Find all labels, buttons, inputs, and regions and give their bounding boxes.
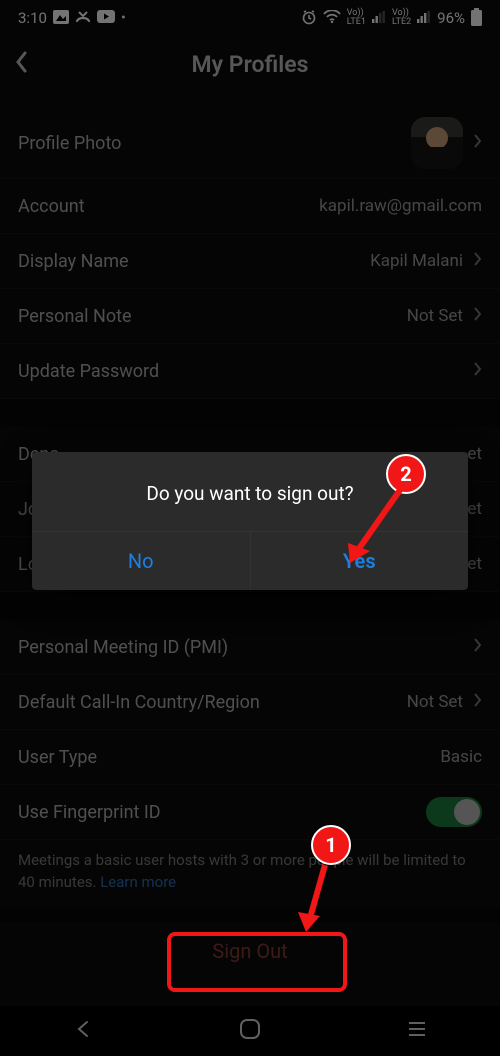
nav-back-button[interactable] xyxy=(73,1019,93,1043)
display-name-value: Kapil Malani xyxy=(370,251,463,271)
dialog-message: Do you want to sign out? xyxy=(32,452,468,531)
chevron-right-icon xyxy=(473,306,482,327)
location-value: et xyxy=(467,554,482,574)
profile-photo-label: Profile Photo xyxy=(18,133,121,154)
row-display-name[interactable]: Display Name Kapil Malani xyxy=(0,234,500,289)
row-default-callin[interactable]: Default Call-In Country/Region Not Set xyxy=(0,675,500,730)
youtube-icon xyxy=(97,10,115,26)
department-value: et xyxy=(467,444,482,464)
android-nav-bar xyxy=(0,1006,500,1056)
user-type-label: User Type xyxy=(18,747,97,768)
row-pmi[interactable]: Personal Meeting ID (PMI) xyxy=(0,620,500,675)
row-fingerprint: Use Fingerprint ID xyxy=(0,785,500,840)
fingerprint-label: Use Fingerprint ID xyxy=(18,802,161,823)
status-bar: 3:10 • Vo)) LTE1 xyxy=(0,0,500,36)
row-update-password[interactable]: Update Password xyxy=(0,344,500,399)
account-label: Account xyxy=(18,196,85,217)
lte1-indicator: Vo)) LTE1 xyxy=(347,9,366,27)
chevron-right-icon xyxy=(473,361,482,382)
signal-2-icon xyxy=(417,11,431,26)
battery-icon xyxy=(471,8,482,29)
row-profile-photo[interactable]: Profile Photo xyxy=(0,108,500,179)
row-user-type: User Type Basic xyxy=(0,730,500,785)
update-password-label: Update Password xyxy=(18,361,159,382)
dialog-yes-button[interactable]: Yes xyxy=(250,532,469,590)
personal-note-value: Not Set xyxy=(407,306,463,326)
callin-label: Default Call-In Country/Region xyxy=(18,692,260,713)
learn-more-link[interactable]: Learn more xyxy=(100,873,176,891)
chevron-right-icon xyxy=(473,637,482,658)
display-name-label: Display Name xyxy=(18,251,129,272)
wifi-icon xyxy=(323,10,341,27)
alarm-icon xyxy=(301,9,317,28)
pmi-label: Personal Meeting ID (PMI) xyxy=(18,637,228,658)
sign-out-button[interactable]: Sign Out xyxy=(0,922,500,980)
callin-value: Not Set xyxy=(407,692,463,712)
header: My Profiles xyxy=(0,36,500,92)
page-title: My Profiles xyxy=(192,51,309,78)
basic-user-note: Meetings a basic user hosts with 3 or mo… xyxy=(0,840,500,908)
fingerprint-toggle[interactable] xyxy=(426,797,482,827)
battery-text: 96% xyxy=(437,9,465,27)
nav-home-button[interactable] xyxy=(238,1017,262,1045)
back-button[interactable] xyxy=(14,50,28,78)
lte2-indicator: Vo)) LTE2 xyxy=(392,9,411,27)
status-time: 3:10 xyxy=(18,9,47,27)
row-account: Account kapil.raw@gmail.com xyxy=(0,179,500,234)
nav-recents-button[interactable] xyxy=(407,1020,427,1042)
missed-call-icon xyxy=(75,10,91,27)
user-type-value: Basic xyxy=(440,747,482,767)
personal-note-label: Personal Note xyxy=(18,306,132,327)
chevron-right-icon xyxy=(473,251,482,272)
row-personal-note[interactable]: Personal Note Not Set xyxy=(0,289,500,344)
avatar xyxy=(411,117,463,169)
sign-out-dialog: Do you want to sign out? No Yes xyxy=(32,452,468,590)
chevron-right-icon xyxy=(473,692,482,713)
dialog-no-button[interactable]: No xyxy=(32,532,250,590)
image-icon xyxy=(53,10,69,27)
dot-icon: • xyxy=(121,11,126,25)
account-value: kapil.raw@gmail.com xyxy=(319,196,482,216)
chevron-right-icon xyxy=(473,133,482,154)
job-value: et xyxy=(467,499,482,519)
signal-1-icon xyxy=(372,11,386,26)
